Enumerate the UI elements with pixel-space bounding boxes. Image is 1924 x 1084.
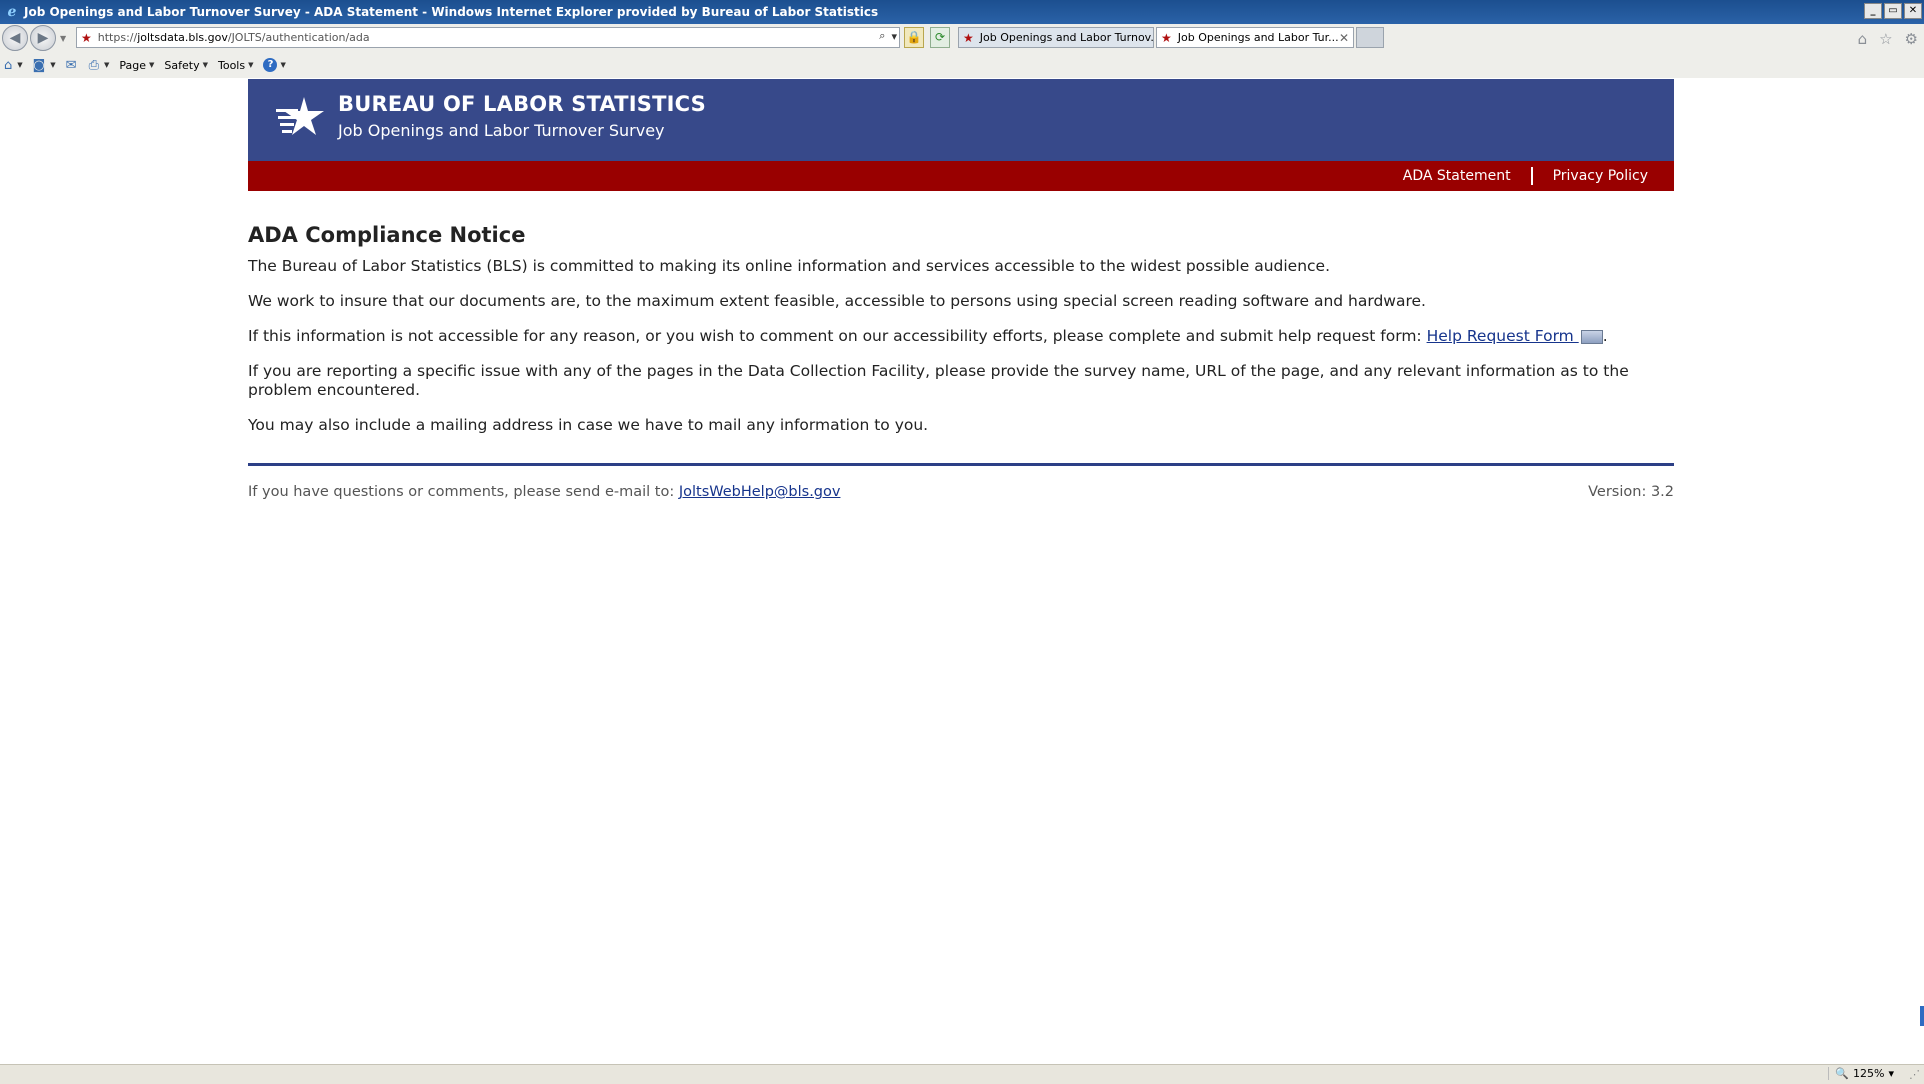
- tools-menu-label: Tools: [217, 58, 246, 72]
- tab-jolts-1[interactable]: ★ Job Openings and Labor Turnov...: [958, 27, 1154, 48]
- chevron-down-icon: ▼: [17, 61, 23, 69]
- safety-menu-label: Safety: [164, 58, 200, 72]
- url-prefix: https://: [97, 31, 138, 44]
- back-button[interactable]: ◀: [2, 25, 28, 51]
- history-dropdown-icon[interactable]: ▼: [60, 34, 66, 43]
- page-viewport: BUREAU OF LABOR STATISTICS Job Openings …: [0, 78, 1924, 1064]
- chevron-down-icon: ▼: [280, 61, 286, 69]
- lock-icon[interactable]: 🔒: [904, 27, 924, 48]
- address-toolbar: ◀ ▶ ▼ ★ https://joltsdata.bls.gov/JOLTS/…: [0, 24, 1924, 52]
- chevron-down-icon: ▼: [149, 61, 155, 69]
- home-icon[interactable]: ⌂: [1858, 30, 1868, 48]
- tab-favicon-icon: ★: [963, 30, 974, 45]
- resize-grip-icon[interactable]: ⋰: [1909, 1068, 1920, 1081]
- tab-favicon-icon: ★: [1161, 30, 1172, 45]
- main-content: ADA Compliance Notice The Bureau of Labo…: [248, 223, 1674, 451]
- safety-menu[interactable]: Safety ▼: [164, 59, 208, 72]
- page-menu-label: Page: [119, 58, 147, 72]
- help-menu[interactable]: ? ▼: [263, 58, 286, 72]
- home-icon: ⌂: [4, 57, 13, 73]
- bls-star-logo-icon: [276, 97, 324, 135]
- help-request-end: .: [1602, 327, 1608, 345]
- tab-jolts-2[interactable]: ★ Job Openings and Labor Tur... ✕: [1156, 27, 1354, 48]
- window-controls: _ ▭ ✕: [1864, 3, 1922, 19]
- zoom-icon: 🔍: [1835, 1067, 1850, 1080]
- support-email-link[interactable]: JoltsWebHelp@bls.gov: [679, 484, 841, 500]
- chevron-down-icon: ▼: [248, 61, 254, 69]
- url-path: /JOLTS/authentication/ada: [227, 31, 370, 44]
- page-title: ADA Compliance Notice: [248, 223, 526, 247]
- zoom-level: 125%: [1853, 1067, 1885, 1080]
- refresh-icon[interactable]: ⟳: [930, 27, 950, 48]
- tab-label: Job Openings and Labor Tur...: [1177, 31, 1339, 44]
- browser-right-icons: ⌂ ☆ ⚙: [1858, 30, 1918, 48]
- minimize-button[interactable]: _: [1864, 3, 1882, 19]
- favorites-star-icon[interactable]: ☆: [1879, 30, 1892, 48]
- site-header: BUREAU OF LABOR STATISTICS Job Openings …: [248, 79, 1674, 161]
- home-menu[interactable]: ⌂ ▼: [4, 58, 23, 73]
- site-favicon-icon: ★: [81, 30, 92, 45]
- site-nav-bar: ADA Statement Privacy Policy: [248, 161, 1674, 191]
- window-title-bar: ℯ Job Openings and Labor Turnover Survey…: [0, 0, 1924, 24]
- survey-name: Job Openings and Labor Turnover Survey: [338, 121, 665, 140]
- scrollbar-thumb[interactable]: [1920, 1006, 1924, 1026]
- address-dropdown-icon[interactable]: ▾: [891, 30, 897, 43]
- mail-icon: ✉: [65, 57, 77, 73]
- agency-name: BUREAU OF LABOR STATISTICS: [338, 92, 706, 116]
- form-window-icon: [1580, 329, 1603, 344]
- paragraph-help-request: If this information is not accessible fo…: [248, 327, 1674, 346]
- command-bar: ⌂ ▼ ◙ ▼ ✉ ⎙ ▼ Page ▼ Safety ▼ Tools ▼ ? ▼: [0, 52, 1924, 78]
- mail-menu[interactable]: ✉: [66, 58, 79, 73]
- close-window-button[interactable]: ✕: [1904, 3, 1922, 19]
- forward-button[interactable]: ▶: [30, 25, 56, 51]
- tab-label: Job Openings and Labor Turnov...: [979, 31, 1154, 44]
- privacy-policy-link[interactable]: Privacy Policy: [1553, 168, 1648, 184]
- footer-text: If you have questions or comments, pleas…: [248, 484, 679, 500]
- help-request-form-link[interactable]: Help Request Form: [1427, 327, 1579, 345]
- new-tab-button[interactable]: [1356, 27, 1384, 48]
- help-request-text: If this information is not accessible fo…: [248, 327, 1427, 345]
- window-title: Job Openings and Labor Turnover Survey -…: [24, 5, 879, 19]
- printer-icon: ⎙: [88, 57, 99, 73]
- paragraph-documents: We work to insure that our documents are…: [248, 292, 1426, 310]
- chevron-down-icon: ▾: [1888, 1067, 1894, 1080]
- print-menu[interactable]: ⎙ ▼: [89, 58, 110, 73]
- address-bar[interactable]: ★ https://joltsdata.bls.gov/JOLTS/authen…: [76, 27, 900, 48]
- paragraph-commitment: The Bureau of Labor Statistics (BLS) is …: [248, 257, 1331, 275]
- close-tab-icon[interactable]: ✕: [1339, 31, 1349, 45]
- feeds-menu[interactable]: ◙ ▼: [33, 58, 56, 73]
- restore-button[interactable]: ▭: [1884, 3, 1902, 19]
- rss-icon: ◙: [32, 57, 46, 73]
- help-request-link-label: Help Request Form: [1426, 327, 1579, 345]
- zoom-control[interactable]: 🔍 125% ▾: [1828, 1067, 1894, 1080]
- search-icon[interactable]: ⌕: [879, 29, 885, 43]
- url-host: joltsdata.bls.gov: [137, 31, 228, 44]
- chevron-down-icon: ▼: [103, 61, 110, 69]
- ada-statement-link[interactable]: ADA Statement: [1403, 168, 1511, 184]
- page-menu[interactable]: Page ▼: [119, 59, 154, 72]
- help-icon: ?: [263, 58, 278, 72]
- gear-icon[interactable]: ⚙: [1905, 30, 1918, 48]
- tools-menu[interactable]: Tools ▼: [218, 59, 254, 72]
- chevron-down-icon: ▼: [50, 61, 56, 69]
- paragraph-reporting: If you are reporting a specific issue wi…: [248, 362, 1629, 399]
- ie-logo-icon: ℯ: [7, 4, 17, 20]
- paragraph-mailing: You may also include a mailing address i…: [248, 416, 929, 434]
- page-footer: If you have questions or comments, pleas…: [248, 484, 1674, 500]
- version-label: Version: 3.2: [1588, 484, 1674, 500]
- status-bar: 🔍 125% ▾ ⋰: [0, 1064, 1924, 1084]
- footer-divider: [248, 463, 1674, 466]
- nav-separator: [1530, 167, 1533, 185]
- chevron-down-icon: ▼: [202, 61, 208, 69]
